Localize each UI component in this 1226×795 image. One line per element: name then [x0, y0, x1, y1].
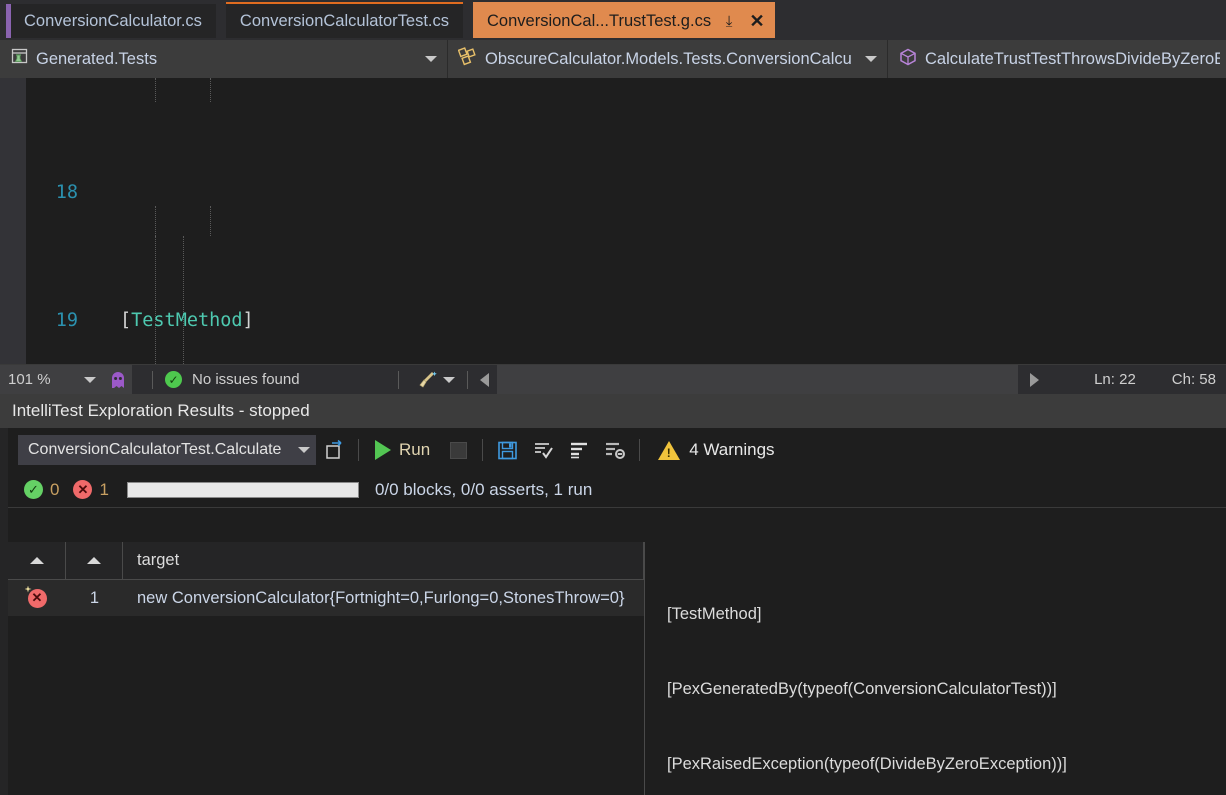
- divider: [152, 371, 153, 389]
- method-cube-icon: [898, 47, 918, 72]
- issues-status-label: No issues found: [192, 371, 300, 388]
- code-editor[interactable]: 18 19 [TestMethod] 20 [PexGeneratedBy(ty…: [0, 78, 1226, 364]
- column-header-target[interactable]: target: [123, 542, 644, 579]
- exploration-summary: 0/0 blocks, 0/0 asserts, 1 run: [375, 480, 592, 500]
- play-icon: [375, 440, 391, 460]
- divider: [358, 439, 359, 461]
- remove-filter-button[interactable]: [597, 433, 633, 467]
- warning-triangle-icon: [658, 441, 680, 460]
- chevron-down-icon[interactable]: [425, 56, 437, 62]
- check-circle-icon: ✓: [24, 480, 43, 499]
- passed-count: 0: [50, 480, 59, 500]
- row-status-cell: ✕: [8, 589, 66, 608]
- visual-studio-window: ConversionCalculator.cs ConversionCalcul…: [0, 0, 1226, 795]
- code-cleanup-broom-icon[interactable]: [417, 370, 439, 390]
- save-button[interactable]: [489, 433, 525, 467]
- chevron-down-icon[interactable]: [443, 377, 455, 383]
- warnings-label: 4 Warnings: [689, 440, 774, 460]
- navbar-type-dropdown[interactable]: ObscureCalculator.Models.Tests.Conversio…: [448, 40, 888, 78]
- stop-button[interactable]: [440, 433, 476, 467]
- row-index-cell: 1: [66, 589, 123, 608]
- error-circle-icon: ✕: [73, 480, 92, 499]
- preview-line: [PexRaisedException(typeof(DivideByZeroE…: [667, 752, 1226, 777]
- table-row[interactable]: ✕ 1 new ConversionCalculator{Fortnight=0…: [8, 580, 644, 616]
- horizontal-scrollbar-track[interactable]: [497, 365, 1019, 395]
- scroll-left-icon[interactable]: [480, 373, 489, 387]
- code-line: 19 [TestMethod]: [0, 308, 1226, 334]
- intellicode-ghost-icon[interactable]: [104, 365, 132, 395]
- open-in-new-window-icon[interactable]: [316, 433, 352, 467]
- column-header-index[interactable]: [66, 542, 123, 579]
- code-text: [TestMethod]: [120, 308, 1226, 334]
- editor-status-bar: 101 % ✓ No issues found Ln: 22 Ch:: [0, 364, 1226, 394]
- tab-conversion-cal-trust-test-g[interactable]: ConversionCal...TrustTest.g.cs ⤓ ✕: [473, 2, 775, 38]
- preview-line: [PexGeneratedBy(typeof(ConversionCalcula…: [667, 677, 1226, 702]
- results-split-view: target ✕ 1 new ConversionCalculator{Fort…: [8, 542, 1226, 795]
- tab-conversion-calculator[interactable]: ConversionCalculator.cs: [6, 2, 216, 38]
- navbar-project-dropdown[interactable]: Generated.Tests: [0, 40, 448, 78]
- test-code-preview: [TestMethod] [PexGeneratedBy(typeof(Conv…: [645, 542, 1226, 795]
- group-results-button[interactable]: [561, 433, 597, 467]
- close-tab-icon[interactable]: ✕: [747, 10, 767, 32]
- exploration-target-dropdown[interactable]: ConversionCalculatorTest.Calculate: [18, 435, 316, 465]
- pin-tab-icon[interactable]: ⤓: [719, 10, 739, 32]
- class-icon: [458, 47, 478, 71]
- results-grid-header: target: [8, 542, 644, 580]
- tab-conversion-calculator-test[interactable]: ConversionCalculatorTest.cs: [226, 2, 463, 38]
- divider: [482, 439, 483, 461]
- navbar-type-label: ObscureCalculator.Models.Tests.Conversio…: [485, 50, 858, 69]
- navbar-member-label: CalculateTrustTestThrowsDivideByZeroE: [925, 50, 1220, 69]
- check-circle-icon: ✓: [165, 371, 182, 388]
- code-lines: 18 19 [TestMethod] 20 [PexGeneratedBy(ty…: [0, 78, 1226, 364]
- intellitest-toolbar: ConversionCalculatorTest.Calculate Run: [8, 428, 1226, 472]
- divider: [639, 439, 640, 461]
- zoom-level-dropdown[interactable]: 101 %: [0, 365, 104, 395]
- sort-ascending-icon: [87, 557, 101, 564]
- chevron-down-icon[interactable]: [84, 377, 96, 383]
- preview-line: [TestMethod]: [667, 602, 1226, 627]
- line-indicator: Ln: 22: [1094, 371, 1136, 388]
- tab-label: ConversionCal...TrustTest.g.cs: [487, 12, 711, 31]
- test-beaker-icon: [10, 47, 29, 71]
- exploration-stats-row: ✓ 0 ✕ 1 0/0 blocks, 0/0 asserts, 1 run: [8, 472, 1226, 508]
- tab-label: ConversionCalculatorTest.cs: [240, 12, 449, 31]
- column-header-status[interactable]: [8, 542, 66, 579]
- zoom-level-label: 101 %: [8, 371, 80, 388]
- divider: [398, 371, 399, 389]
- chevron-down-icon[interactable]: [298, 447, 310, 453]
- code-line: 18: [0, 180, 1226, 206]
- navigation-bar: Generated.Tests ObscureCalculator.Models…: [0, 40, 1226, 78]
- bug-error-icon: ✕: [28, 589, 47, 608]
- apply-filter-button[interactable]: [525, 433, 561, 467]
- intellitest-exploration-results-panel: IntelliTest Exploration Results - stoppe…: [0, 394, 1226, 795]
- run-button[interactable]: Run: [365, 433, 440, 467]
- divider: [467, 371, 468, 389]
- failed-count: 1: [99, 480, 108, 500]
- exploration-progress-bar: [127, 482, 359, 498]
- run-label: Run: [399, 440, 430, 460]
- chevron-down-icon[interactable]: [865, 56, 877, 62]
- navbar-member-dropdown[interactable]: CalculateTrustTestThrowsDivideByZeroE: [888, 40, 1226, 78]
- scroll-right-icon[interactable]: [1030, 373, 1039, 387]
- tab-label: ConversionCalculator.cs: [24, 12, 202, 31]
- navbar-project-label: Generated.Tests: [36, 50, 418, 69]
- exploration-target-label: ConversionCalculatorTest.Calculate: [28, 441, 298, 459]
- editor-tab-strip: ConversionCalculator.cs ConversionCalcul…: [0, 0, 1226, 40]
- panel-title: IntelliTest Exploration Results - stoppe…: [0, 394, 1226, 428]
- results-grid-empty-area: [8, 616, 644, 795]
- column-indicator: Ch: 58: [1172, 371, 1216, 388]
- panel-body: ConversionCalculatorTest.Calculate Run: [8, 428, 1226, 795]
- row-target-cell: new ConversionCalculator{Fortnight=0,Fur…: [123, 589, 644, 608]
- warnings-button[interactable]: 4 Warnings: [646, 440, 774, 460]
- results-grid[interactable]: target ✕ 1 new ConversionCalculator{Fort…: [8, 542, 645, 795]
- sort-ascending-icon: [30, 557, 44, 564]
- line-number: 19: [0, 308, 86, 334]
- line-number: 18: [0, 180, 86, 206]
- stop-icon: [450, 442, 467, 459]
